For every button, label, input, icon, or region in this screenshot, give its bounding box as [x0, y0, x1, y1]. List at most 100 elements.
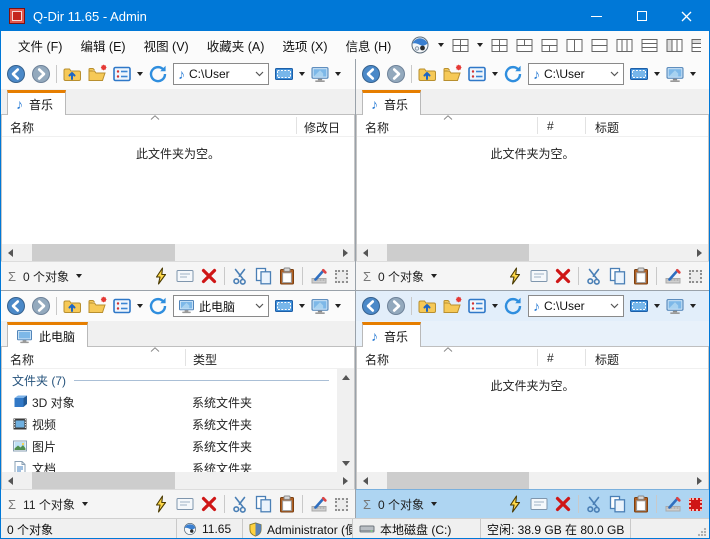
copy-icon[interactable] [255, 264, 272, 288]
edit-pencil-icon[interactable] [310, 492, 328, 516]
column-number[interactable]: # [547, 119, 554, 133]
combo-chevron-icon[interactable] [610, 71, 619, 77]
layout-2rows-icon[interactable] [591, 38, 608, 53]
folder-up-button[interactable] [417, 294, 437, 318]
scroll-track[interactable] [374, 244, 691, 261]
pane-select-icon[interactable] [335, 498, 348, 511]
view-mode-caret[interactable] [137, 72, 143, 76]
column-type[interactable]: 类型 [193, 351, 217, 368]
new-folder-button[interactable] [442, 62, 462, 86]
maximize-button[interactable] [619, 1, 664, 31]
combo-chevron-icon[interactable] [610, 303, 619, 309]
object-count[interactable]: 0 个对象 [23, 268, 69, 285]
view-mode-button[interactable] [112, 294, 132, 318]
scroll-right-arrow[interactable] [691, 244, 708, 261]
column-title[interactable]: 标题 [595, 351, 619, 368]
folder-up-button[interactable] [62, 62, 82, 86]
forward-button[interactable] [386, 294, 406, 318]
layout-quad-icon[interactable] [452, 38, 469, 53]
quick-actions-icon[interactable] [153, 492, 169, 516]
scroll-track[interactable] [374, 472, 691, 489]
file-area[interactable]: 此文件夹为空。 [357, 137, 708, 244]
layout-2top-1bottom-icon[interactable] [516, 38, 533, 53]
object-count-caret[interactable] [431, 274, 437, 278]
close-button[interactable] [664, 1, 709, 31]
object-count[interactable]: 0 个对象 [378, 268, 424, 285]
delete-icon[interactable] [555, 264, 571, 288]
forward-button[interactable] [31, 62, 51, 86]
vertical-scrollbar[interactable] [337, 369, 354, 472]
scroll-thumb[interactable] [387, 472, 530, 489]
column-name[interactable]: 名称 [365, 119, 389, 136]
edit-pencil-icon[interactable] [664, 264, 682, 288]
combo-chevron-icon[interactable] [255, 71, 264, 77]
new-folder-button[interactable] [87, 62, 107, 86]
desktop-caret[interactable] [690, 72, 696, 76]
scroll-thumb[interactable] [32, 472, 175, 489]
pane-select-icon[interactable] [335, 270, 348, 283]
back-button[interactable] [361, 294, 381, 318]
menu-options[interactable]: 选项 (X) [273, 32, 336, 59]
column-separator[interactable] [296, 117, 297, 134]
desktop-caret[interactable] [335, 72, 341, 76]
object-count-caret[interactable] [431, 502, 437, 506]
desktop-button[interactable] [310, 62, 330, 86]
horizontal-scrollbar[interactable] [357, 244, 708, 261]
rename-icon[interactable] [530, 264, 548, 288]
menu-file[interactable]: 文件 (F) [9, 32, 71, 59]
scroll-up-arrow[interactable] [337, 369, 354, 386]
resize-grip[interactable] [697, 527, 707, 537]
paste-icon[interactable] [279, 492, 295, 516]
pane-select-icon[interactable] [689, 270, 702, 283]
address-combo[interactable]: ♪ C:\User [173, 63, 269, 85]
new-folder-button[interactable] [442, 294, 462, 318]
file-area[interactable]: 文件夹 (7) 3D 对象 系统文件夹 视频 系统文件夹 [2, 369, 354, 472]
address-combo[interactable]: ♪ C:\User [528, 63, 624, 85]
address-combo[interactable]: ♪ 此电脑 [173, 295, 269, 317]
quick-actions-icon[interactable] [507, 264, 523, 288]
selection-box-button[interactable] [274, 62, 294, 86]
selection-box-caret[interactable] [654, 72, 660, 76]
scroll-right-arrow[interactable] [691, 472, 708, 489]
scroll-left-arrow[interactable] [2, 244, 19, 261]
horizontal-scrollbar[interactable] [2, 472, 354, 489]
scroll-thumb[interactable] [32, 244, 175, 261]
globe-caret[interactable] [438, 43, 444, 47]
scroll-thumb[interactable] [387, 244, 530, 261]
cut-icon[interactable] [232, 264, 248, 288]
list-item[interactable]: 文档 系统文件夹 [2, 457, 337, 472]
menu-view[interactable]: 视图 (V) [135, 32, 198, 59]
scroll-track[interactable] [19, 472, 337, 489]
delete-icon[interactable] [201, 492, 217, 516]
scroll-left-arrow[interactable] [357, 472, 374, 489]
scroll-right-arrow[interactable] [337, 472, 354, 489]
object-count-caret[interactable] [82, 502, 88, 506]
selection-box-caret[interactable] [299, 72, 305, 76]
selection-box-button[interactable] [629, 62, 649, 86]
view-mode-button[interactable] [112, 62, 132, 86]
back-button[interactable] [6, 294, 26, 318]
column-title[interactable]: 标题 [595, 119, 619, 136]
column-separator[interactable] [585, 349, 586, 366]
menu-info[interactable]: 信息 (H) [337, 32, 401, 59]
view-mode-button[interactable] [467, 62, 487, 86]
layout-3cols-alt-icon[interactable] [666, 38, 683, 53]
tab-music[interactable]: ♪ 音乐 [7, 90, 66, 115]
cut-icon[interactable] [232, 492, 248, 516]
layout-1top-2bottom-icon[interactable] [541, 38, 558, 53]
column-separator[interactable] [537, 349, 538, 366]
object-count[interactable]: 0 个对象 [378, 496, 424, 513]
copy-icon[interactable] [609, 492, 626, 516]
column-name[interactable]: 名称 [365, 351, 389, 368]
quick-actions-icon[interactable] [153, 264, 169, 288]
refresh-button[interactable] [148, 294, 168, 318]
edit-pencil-icon[interactable] [310, 264, 328, 288]
desktop-caret[interactable] [690, 304, 696, 308]
view-mode-caret[interactable] [137, 304, 143, 308]
horizontal-scrollbar[interactable] [357, 472, 708, 489]
cut-icon[interactable] [586, 492, 602, 516]
column-name[interactable]: 名称 [10, 351, 34, 368]
menu-edit[interactable]: 编辑 (E) [71, 32, 134, 59]
layout-caret[interactable] [477, 43, 483, 47]
selection-box-caret[interactable] [299, 304, 305, 308]
